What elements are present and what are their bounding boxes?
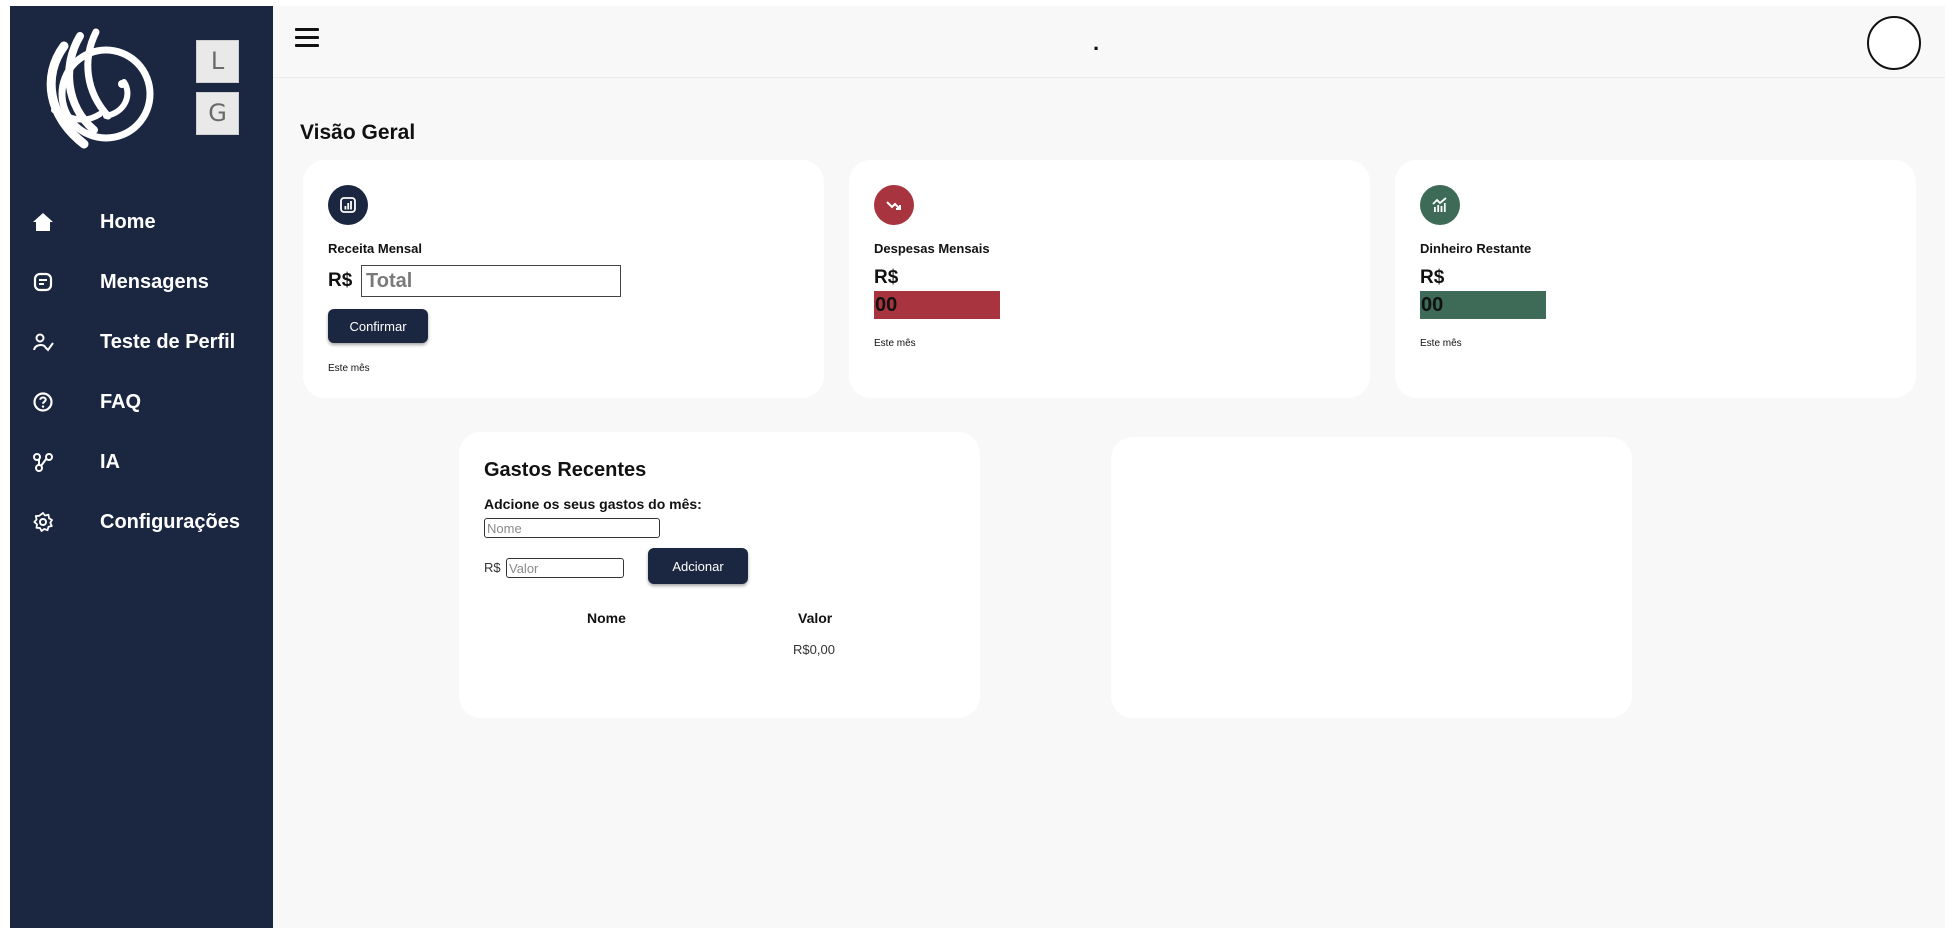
gear-icon: [28, 507, 58, 537]
sidebar-item-mensagens[interactable]: Mensagens: [28, 262, 268, 302]
card-label: Receita Mensal: [328, 241, 422, 256]
empty-panel: [1111, 437, 1632, 718]
card-dinheiro-restante: Dinheiro Restante R$ 00 Este mês: [1395, 160, 1916, 398]
gastos-title: Gastos Recentes: [484, 459, 647, 481]
card-gastos-recentes: Gastos Recentes Adcione os seus gastos d…: [459, 432, 980, 718]
sidebar-item-teste-de-perfil[interactable]: Teste de Perfil: [28, 322, 268, 362]
currency-label: R$: [484, 560, 501, 575]
period-note: Este mês: [874, 338, 916, 349]
expense-name-input[interactable]: [484, 518, 660, 538]
lang-button-l[interactable]: L: [196, 40, 239, 83]
sidebar-item-label: IA: [100, 450, 120, 473]
add-expense-button[interactable]: Adcionar: [648, 548, 748, 584]
sidebar-item-label: Configurações: [100, 510, 241, 533]
currency-label: R$: [328, 270, 353, 291]
period-note: Este mês: [328, 363, 370, 374]
trend-down-icon: [874, 185, 914, 225]
card-label: Despesas Mensais: [874, 241, 990, 256]
card-receita-mensal: Receita Mensal R$ Confirmar Este mês: [303, 160, 824, 398]
card-label: Dinheiro Restante: [1420, 241, 1532, 256]
column-header-valor: Valor: [798, 610, 833, 626]
column-header-nome: Nome: [587, 610, 626, 626]
expense-total: R$0,00: [793, 642, 835, 657]
topbar-text: .: [1093, 30, 1100, 55]
period-note: Este mês: [1420, 338, 1462, 349]
sidebar: L G Home Mensagens Teste de Perfil FAQ I…: [10, 6, 273, 928]
gastos-subtitle: Adcione os seus gastos do mês:: [484, 496, 702, 512]
hamburger-icon[interactable]: [295, 28, 319, 48]
sidebar-item-label: Mensagens: [100, 270, 209, 293]
sidebar-item-configuracoes[interactable]: Configurações: [28, 502, 268, 542]
sidebar-item-label: Teste de Perfil: [100, 330, 236, 353]
main-content: . Visão Geral Receita Mensal R$ Confirma…: [273, 6, 1945, 928]
despesas-value: 00: [874, 291, 1000, 319]
sidebar-item-faq[interactable]: FAQ: [28, 382, 268, 422]
confirm-button[interactable]: Confirmar: [328, 309, 428, 343]
card-despesas-mensais: Despesas Mensais R$ 00 Este mês: [849, 160, 1370, 398]
currency-label: R$: [1420, 267, 1445, 288]
app-frame: L G Home Mensagens Teste de Perfil FAQ I…: [0, 0, 1945, 928]
currency-label: R$: [874, 267, 899, 288]
topbar: .: [273, 6, 1945, 78]
sidebar-item-home[interactable]: Home: [28, 202, 268, 242]
receita-total-input[interactable]: [361, 265, 621, 297]
sidebar-item-ia[interactable]: IA: [28, 442, 268, 482]
phoenix-logo[interactable]: [34, 26, 164, 156]
bar-chart-icon: [328, 185, 368, 225]
help-icon: [28, 387, 58, 417]
network-icon: [28, 447, 58, 477]
restante-value: 00: [1420, 291, 1546, 319]
sidebar-item-label: Home: [100, 210, 156, 233]
growth-chart-icon: [1420, 185, 1460, 225]
home-icon: [28, 207, 58, 237]
avatar[interactable]: [1867, 16, 1921, 70]
lang-button-g[interactable]: G: [196, 92, 239, 135]
sidebar-item-label: FAQ: [100, 390, 142, 413]
profile-test-icon: [28, 327, 58, 357]
page-title: Visão Geral: [300, 121, 416, 144]
expense-value-input[interactable]: [506, 558, 624, 578]
message-icon: [28, 267, 58, 297]
